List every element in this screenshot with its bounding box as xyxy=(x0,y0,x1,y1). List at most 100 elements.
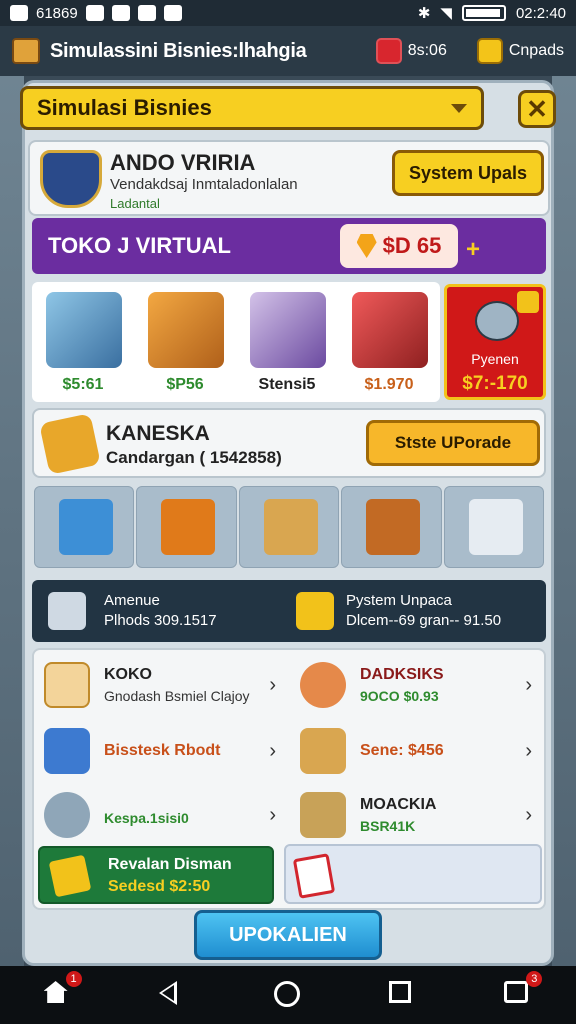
shop-price[interactable]: $D 65 xyxy=(340,224,458,268)
revalan-card[interactable]: Revalan Disman Sedesd $2:50 xyxy=(38,846,274,904)
chest-icon[interactable] xyxy=(12,38,40,64)
shop-item-cashier[interactable]: $5:61 xyxy=(32,282,134,402)
wifi-icon: ◥ xyxy=(440,5,452,22)
circle-home-icon xyxy=(273,981,300,1007)
nav-circle[interactable] xyxy=(273,981,302,1009)
chevron-right-icon: › xyxy=(525,674,532,696)
system-upgrade-button[interactable]: System Upals xyxy=(392,150,544,196)
notification-icon xyxy=(10,5,28,21)
home-icon xyxy=(43,981,68,1003)
list-item[interactable]: Kespa.1sisi0 › xyxy=(34,784,284,846)
list-item[interactable]: MOACKIA BSR41K › xyxy=(290,784,540,846)
background-right xyxy=(552,76,576,966)
store-icon xyxy=(352,292,428,368)
battery-icon xyxy=(461,5,506,21)
app-title: Simulassini Bisnies:lhahgia xyxy=(50,39,307,62)
list-item-subtitle: BSR41K xyxy=(360,818,416,834)
nav-back[interactable] xyxy=(158,981,187,1009)
mode-dropdown[interactable]: Simulasi Bisnies xyxy=(20,86,484,130)
shop-price-value: $D 65 xyxy=(382,233,442,258)
info-right-title: Pystem Unpaca xyxy=(346,592,452,609)
coins-value: Cnpads xyxy=(508,42,564,59)
inventory-slot[interactable] xyxy=(341,486,442,568)
crest-icon xyxy=(40,150,102,208)
building-icon xyxy=(48,592,86,630)
list-item-subtitle: Kespa.1sisi0 xyxy=(104,810,189,826)
chevron-right-icon: › xyxy=(525,804,532,826)
nav-recents[interactable]: 3 xyxy=(504,971,543,1009)
laptop-icon xyxy=(468,499,523,555)
coins-counter[interactable]: Cnpads xyxy=(476,38,564,64)
shop-title: TOKO J VIRTUAL xyxy=(48,233,231,258)
cashier-icon xyxy=(46,292,122,368)
inventory-row xyxy=(34,486,545,568)
button-icon xyxy=(44,792,90,838)
nav-home[interactable]: 1 xyxy=(43,971,82,1009)
back-icon xyxy=(158,981,177,1005)
cash-register-icon xyxy=(44,728,90,774)
gallery-icon xyxy=(85,5,104,21)
shop-item-counter[interactable]: Stensi5 xyxy=(236,282,338,402)
chevron-right-icon: › xyxy=(269,740,276,762)
document-icon xyxy=(296,592,334,630)
special-price: $7:-170 xyxy=(462,373,528,394)
box-icon xyxy=(44,662,90,708)
kaneska-subtitle: Candargan ( 1542858) xyxy=(106,448,282,467)
list-item[interactable]: Sene: $456 › xyxy=(290,720,540,782)
crate-icon xyxy=(366,499,421,555)
gem-icon xyxy=(375,38,402,64)
background-left xyxy=(0,76,24,966)
item-label: Stensi5 xyxy=(258,376,316,393)
inventory-slot[interactable] xyxy=(34,486,135,568)
close-icon: ✕ xyxy=(526,93,548,124)
close-button[interactable]: ✕ xyxy=(518,90,556,128)
status-bar: 61869 ✱ ◥ 02:2:40 xyxy=(0,0,576,26)
list-item[interactable]: Bisstesk Rbodt › xyxy=(34,720,284,782)
list-item[interactable]: DADKSIKS 9OCO $0.93 › xyxy=(290,654,540,716)
profile-tag: Ladantal xyxy=(110,196,160,211)
badge-icon xyxy=(517,291,539,313)
list-item-title: KOKO xyxy=(104,666,152,683)
gift-box-icon xyxy=(161,499,216,555)
clipboard-icon xyxy=(111,5,130,21)
shop-item-store[interactable]: $1.970 xyxy=(338,282,440,402)
gems-counter[interactable]: 8s:06 xyxy=(375,38,447,64)
revalan-title: Revalan Disman xyxy=(108,856,232,873)
inventory-slot[interactable] xyxy=(443,486,545,568)
special-offer-card[interactable]: Pyenen $7:-170 xyxy=(444,284,546,400)
upgrade-main-button[interactable]: UPOKALIEN xyxy=(194,910,382,960)
counter-icon xyxy=(250,292,326,368)
chevron-right-icon: › xyxy=(525,740,532,762)
square-icon xyxy=(389,981,412,1003)
nav-square[interactable] xyxy=(389,981,417,1009)
list-item-title: DADKSIKS xyxy=(360,666,444,683)
home-badge: 1 xyxy=(65,971,82,987)
add-currency-button[interactable]: + xyxy=(466,236,480,264)
chevron-right-icon: › xyxy=(269,674,276,696)
cardboard-box-icon xyxy=(300,792,346,838)
kaneska-title: KANESKA xyxy=(106,422,210,445)
coin-icon xyxy=(476,38,503,64)
list-item[interactable]: KOKO Gnodash Bsmiel Clajoy › xyxy=(34,654,284,716)
messenger-icon xyxy=(137,5,156,21)
recents-icon xyxy=(504,981,529,1003)
shop-items: $5:61 $P56 Stensi5 $1.970 xyxy=(32,282,440,402)
info-left-title: Amenue xyxy=(104,592,160,609)
info-left-value: Plhods 309.1517 xyxy=(104,612,217,629)
calendar-slot[interactable] xyxy=(284,844,542,904)
inventory-slot[interactable] xyxy=(238,486,340,568)
info-bar: Amenue Plhods 309.1517 Pystem Unpaca Dlc… xyxy=(32,580,546,642)
chevron-right-icon: › xyxy=(269,804,276,826)
status-time: 02:2:40 xyxy=(515,4,566,22)
info-right-value: Dlcem--69 gran-- 91.50 xyxy=(346,612,502,629)
list-item-title: MOACKIA xyxy=(360,796,437,813)
diamond-icon xyxy=(356,234,377,258)
basket-icon xyxy=(59,499,113,555)
worker-icon xyxy=(300,662,346,708)
inventory-slot[interactable] xyxy=(136,486,237,568)
package-icon xyxy=(263,499,318,555)
calendar-icon xyxy=(292,853,336,899)
state-upgrade-button[interactable]: Stste UPorade xyxy=(366,420,540,466)
shop-item-shelf[interactable]: $P56 xyxy=(134,282,236,402)
gems-value: 8s:06 xyxy=(407,42,447,59)
